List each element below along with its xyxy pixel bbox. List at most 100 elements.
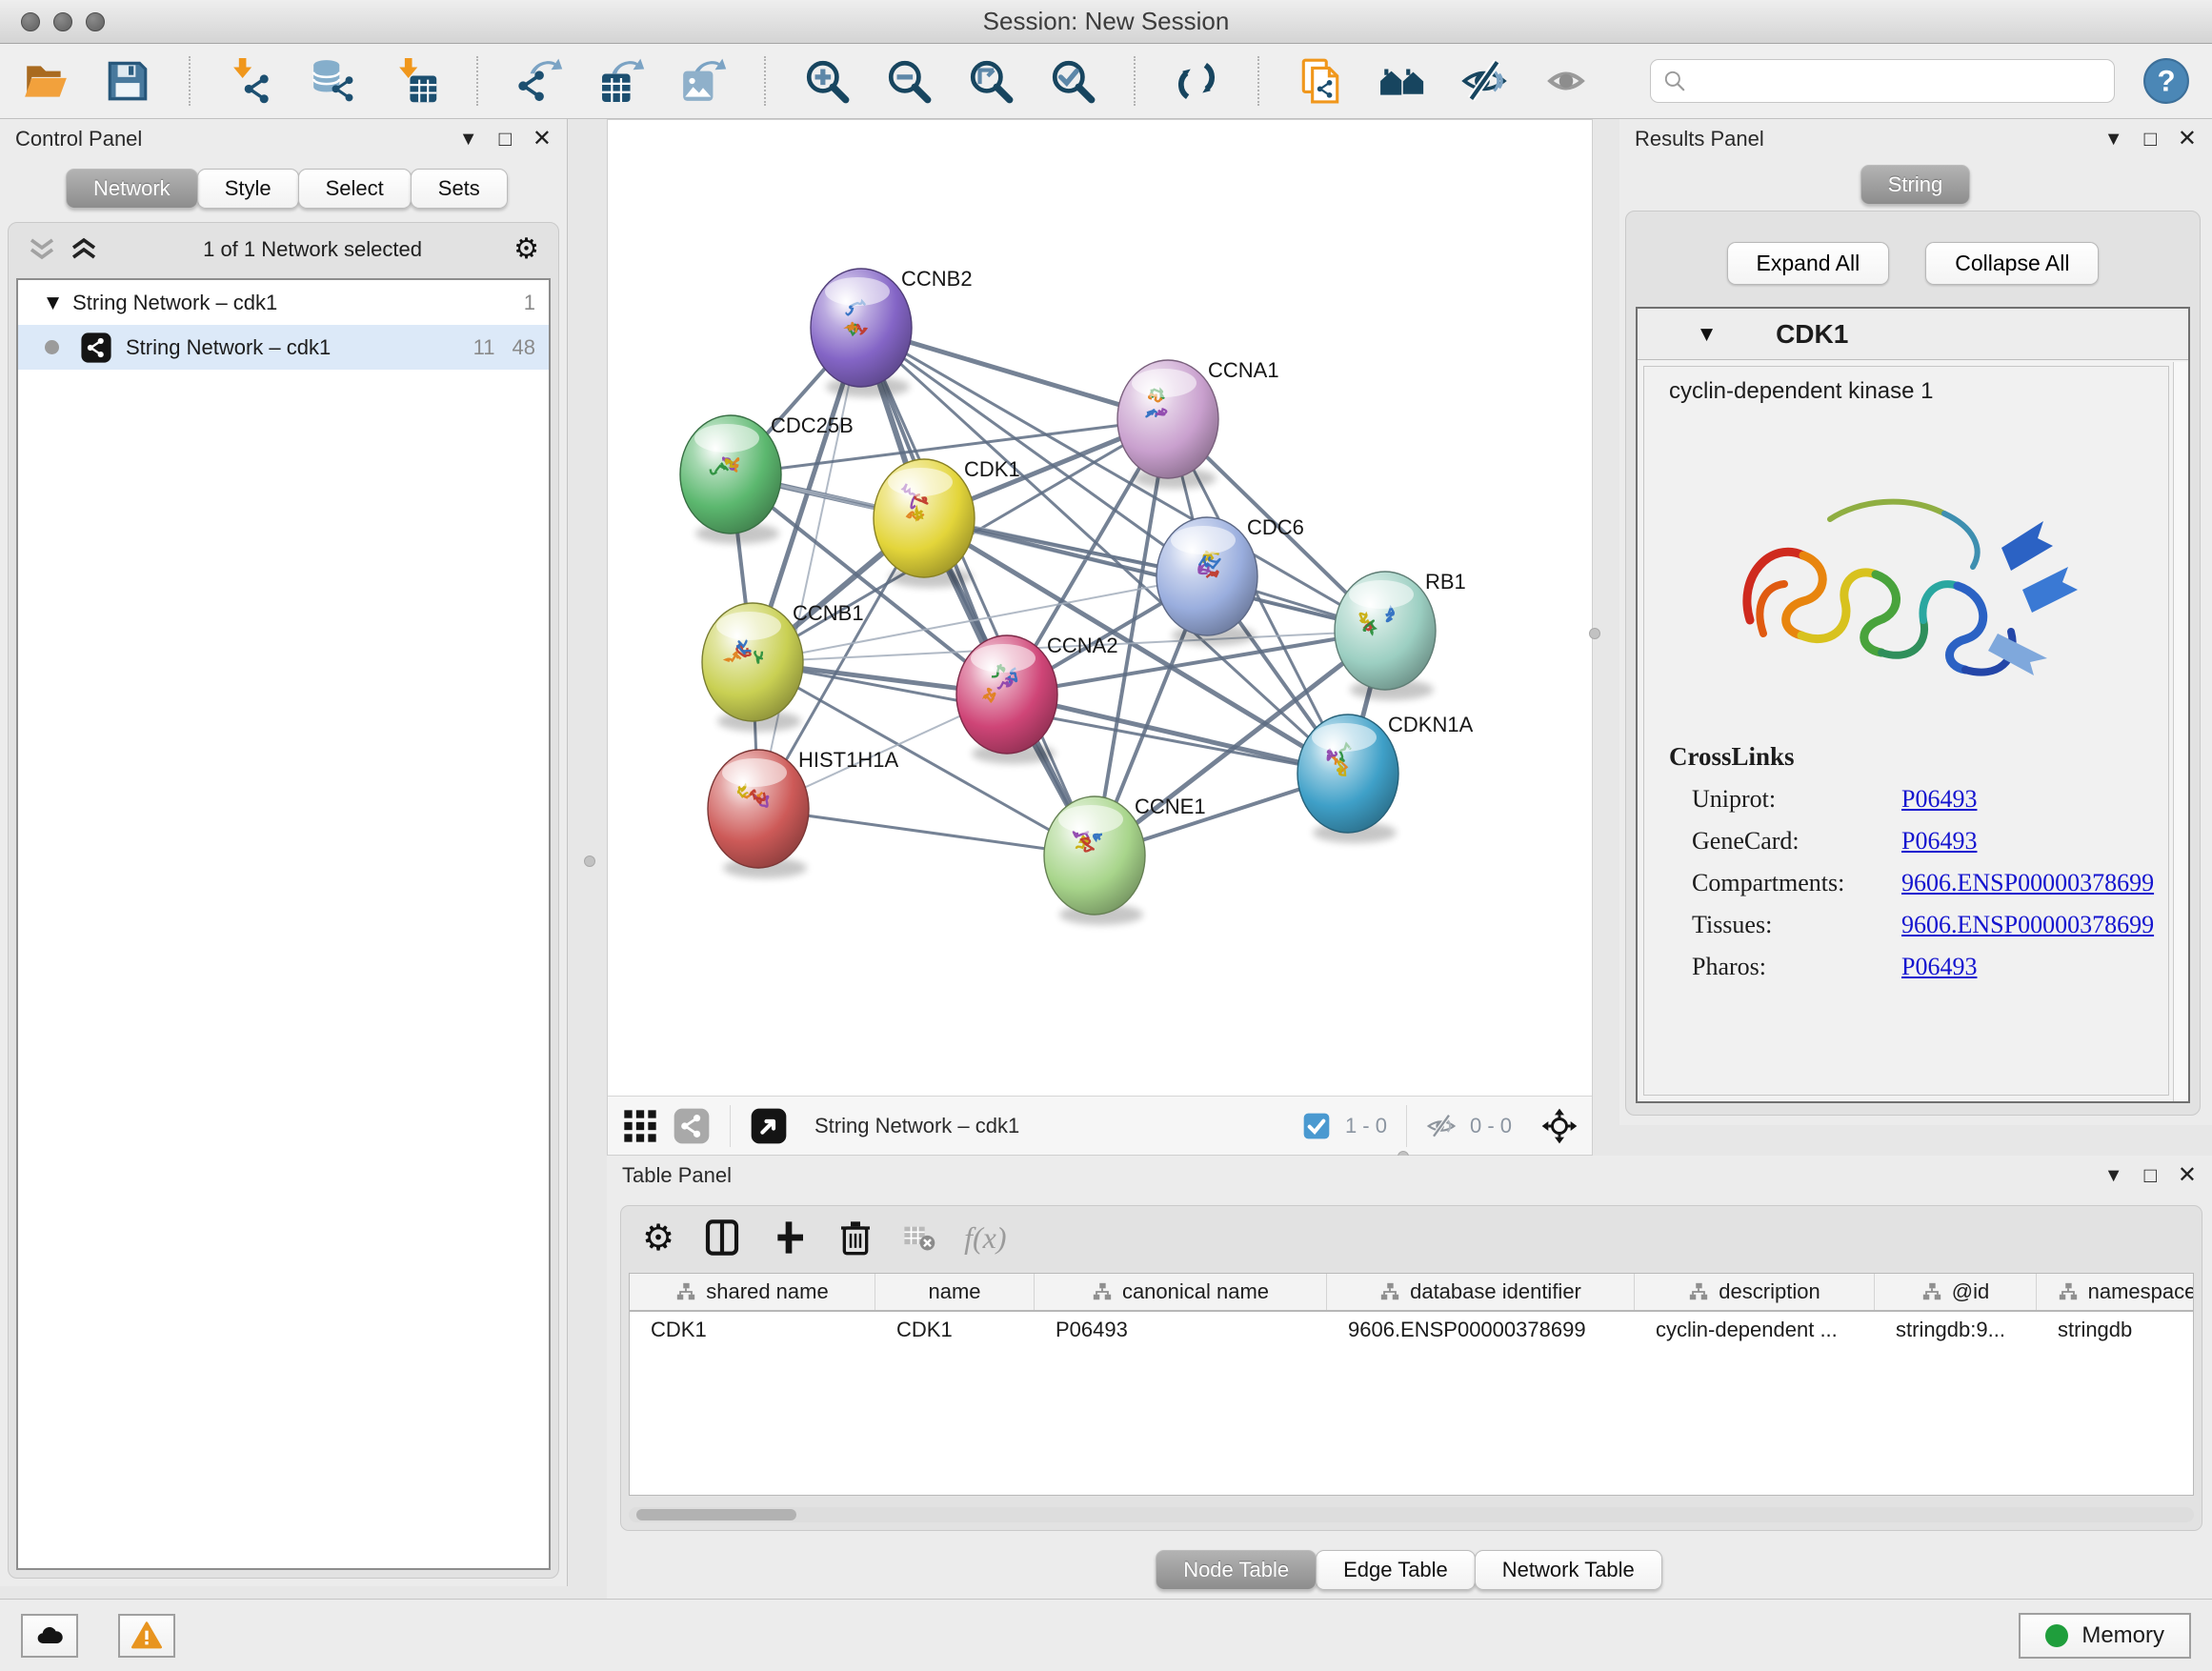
network-edge[interactable] <box>861 328 1095 856</box>
network-collection-row[interactable]: ▼ String Network – cdk1 1 <box>18 280 549 325</box>
crosslink-link[interactable]: P06493 <box>1901 827 1977 856</box>
table-menu-icon[interactable]: ▼ <box>2104 1166 2123 1185</box>
refresh-button[interactable] <box>1172 56 1221 106</box>
tab-edge-table[interactable]: Edge Table <box>1316 1550 1476 1590</box>
panel-menu-icon[interactable]: ▼ <box>459 130 478 149</box>
crosslink-link[interactable]: 9606.ENSP00000378699 <box>1901 911 2154 939</box>
expand-all-button[interactable]: Expand All <box>1727 242 1890 285</box>
tab-network-table[interactable]: Network Table <box>1475 1550 1662 1590</box>
crosslink-label: GeneCard: <box>1692 827 1901 856</box>
zoom-fit-button[interactable] <box>966 56 1016 106</box>
collapse-all-networks-icon[interactable] <box>28 237 56 262</box>
collapse-all-button[interactable]: Collapse All <box>1925 242 2099 285</box>
table-float-icon[interactable]: □ <box>2144 1165 2157 1186</box>
zoom-out-button[interactable] <box>884 56 934 106</box>
expand-all-networks-icon[interactable] <box>70 237 98 262</box>
tab-string[interactable]: String <box>1860 165 1970 205</box>
table-cell[interactable]: stringdb <box>2037 1312 2194 1350</box>
zoom-in-button[interactable] <box>802 56 852 106</box>
crosslink-link[interactable]: P06493 <box>1901 953 1977 981</box>
crosslink-link[interactable]: 9606.ENSP00000378699 <box>1901 869 2154 897</box>
network-current-dot <box>45 340 59 354</box>
network-node-count: 11 <box>473 335 495 360</box>
results-float-icon[interactable]: □ <box>2144 129 2157 150</box>
table-cell[interactable]: CDK1 <box>875 1312 1035 1350</box>
crosslink-link[interactable]: P06493 <box>1901 785 1977 814</box>
column-header[interactable]: canonical name <box>1035 1274 1327 1310</box>
network-node-CCNA1[interactable]: CCNA1 <box>1117 358 1279 489</box>
column-header[interactable]: description <box>1635 1274 1875 1310</box>
table-options-gear-icon[interactable]: ⚙ <box>642 1219 674 1256</box>
panel-float-icon[interactable]: □ <box>499 129 512 150</box>
network-share-icon[interactable] <box>673 1107 711 1145</box>
scrollbar-thumb[interactable] <box>636 1509 796 1520</box>
grid-view-icon[interactable] <box>621 1107 659 1145</box>
table-close-icon[interactable]: ✕ <box>2178 1164 2197 1187</box>
table-cell[interactable]: cyclin-dependent ... <box>1635 1312 1875 1350</box>
search-input[interactable] <box>1695 68 2102 94</box>
import-table-button[interactable] <box>391 56 440 106</box>
left-splitter-handle[interactable] <box>584 856 595 867</box>
save-session-button[interactable] <box>103 56 152 106</box>
network-row[interactable]: String Network – cdk1 11 48 <box>18 325 549 370</box>
network-node-CDKN1A[interactable]: CDKN1A <box>1297 713 1474 843</box>
tab-network[interactable]: Network <box>66 169 198 209</box>
eye-slash-button[interactable] <box>1459 56 1509 106</box>
column-header[interactable]: shared name <box>630 1274 875 1310</box>
add-column-icon[interactable] <box>770 1218 808 1257</box>
column-header[interactable]: @id <box>1875 1274 2037 1310</box>
entry-scrollbar[interactable] <box>2173 362 2188 1101</box>
network-options-gear-icon[interactable]: ⚙ <box>513 235 539 264</box>
show-columns-icon[interactable] <box>703 1218 741 1257</box>
collection-expander-icon[interactable]: ▼ <box>47 293 59 312</box>
tab-node-table[interactable]: Node Table <box>1156 1550 1317 1590</box>
import-database-button[interactable] <box>309 56 358 106</box>
cloud-button[interactable] <box>21 1614 78 1658</box>
network-edge[interactable] <box>1007 695 1348 774</box>
entry-header[interactable]: ▼ CDK1 <box>1638 309 2188 360</box>
entry-expander-icon[interactable]: ▼ <box>1700 325 1713 344</box>
string-app-button[interactable] <box>1296 56 1345 106</box>
table-cell[interactable]: stringdb:9... <box>1875 1312 2037 1350</box>
hidden-eye-slash-icon[interactable] <box>1426 1111 1457 1141</box>
eye-button[interactable] <box>1541 56 1591 106</box>
network-edge[interactable] <box>924 518 1385 631</box>
memory-button[interactable]: Memory <box>2019 1613 2191 1659</box>
table-cell[interactable]: 9606.ENSP00000378699 <box>1327 1312 1635 1350</box>
houses-button[interactable] <box>1377 56 1427 106</box>
open-session-button[interactable] <box>21 56 70 106</box>
tab-sets[interactable]: Sets <box>411 169 508 209</box>
network-node-RB1[interactable]: RB1 <box>1335 570 1466 700</box>
table-horizontal-scrollbar[interactable] <box>629 1507 2194 1522</box>
results-close-icon[interactable]: ✕ <box>2178 128 2197 151</box>
import-network-button[interactable] <box>227 56 276 106</box>
table-cell[interactable]: P06493 <box>1035 1312 1327 1350</box>
help-button[interactable] <box>2142 56 2191 106</box>
detach-view-icon[interactable] <box>750 1107 788 1145</box>
network-node-CDC6[interactable]: CDC6 <box>1156 515 1304 646</box>
selected-checkbox-icon[interactable] <box>1301 1111 1332 1141</box>
tab-select[interactable]: Select <box>298 169 412 209</box>
network-node-HIST1H1A[interactable]: HIST1H1A <box>708 748 898 878</box>
delete-column-icon[interactable] <box>836 1218 875 1257</box>
network-node-CCNE1[interactable]: CCNE1 <box>1044 795 1206 925</box>
results-menu-icon[interactable]: ▼ <box>2104 130 2123 149</box>
tab-style[interactable]: Style <box>197 169 299 209</box>
birds-eye-crosshair-icon[interactable] <box>1540 1107 1579 1145</box>
table-cell[interactable]: CDK1 <box>630 1312 875 1350</box>
zoom-selected-button[interactable] <box>1048 56 1097 106</box>
export-image-button[interactable] <box>678 56 728 106</box>
network-node-CDC25B[interactable]: CDC25B <box>680 413 854 544</box>
right-splitter-handle[interactable] <box>1589 628 1600 639</box>
table-row[interactable]: CDK1CDK1P064939606.ENSP00000378699cyclin… <box>630 1312 2193 1350</box>
search-box[interactable] <box>1650 59 2115 103</box>
export-network-button[interactable] <box>514 56 564 106</box>
network-canvas[interactable]: CCNB2 CCNA1 CDC25B CDK1 CDC6 RB1 CCNB1 <box>608 120 1592 1094</box>
warnings-button[interactable] <box>118 1614 175 1658</box>
column-header[interactable]: database identifier <box>1327 1274 1635 1310</box>
crosslinks-rows: Uniprot: P06493GeneCard: P06493Compartme… <box>1669 785 2168 981</box>
column-header[interactable]: namespace <box>2037 1274 2194 1310</box>
column-header[interactable]: name <box>875 1274 1035 1310</box>
panel-close-icon[interactable]: ✕ <box>533 128 552 151</box>
export-table-button[interactable] <box>596 56 646 106</box>
